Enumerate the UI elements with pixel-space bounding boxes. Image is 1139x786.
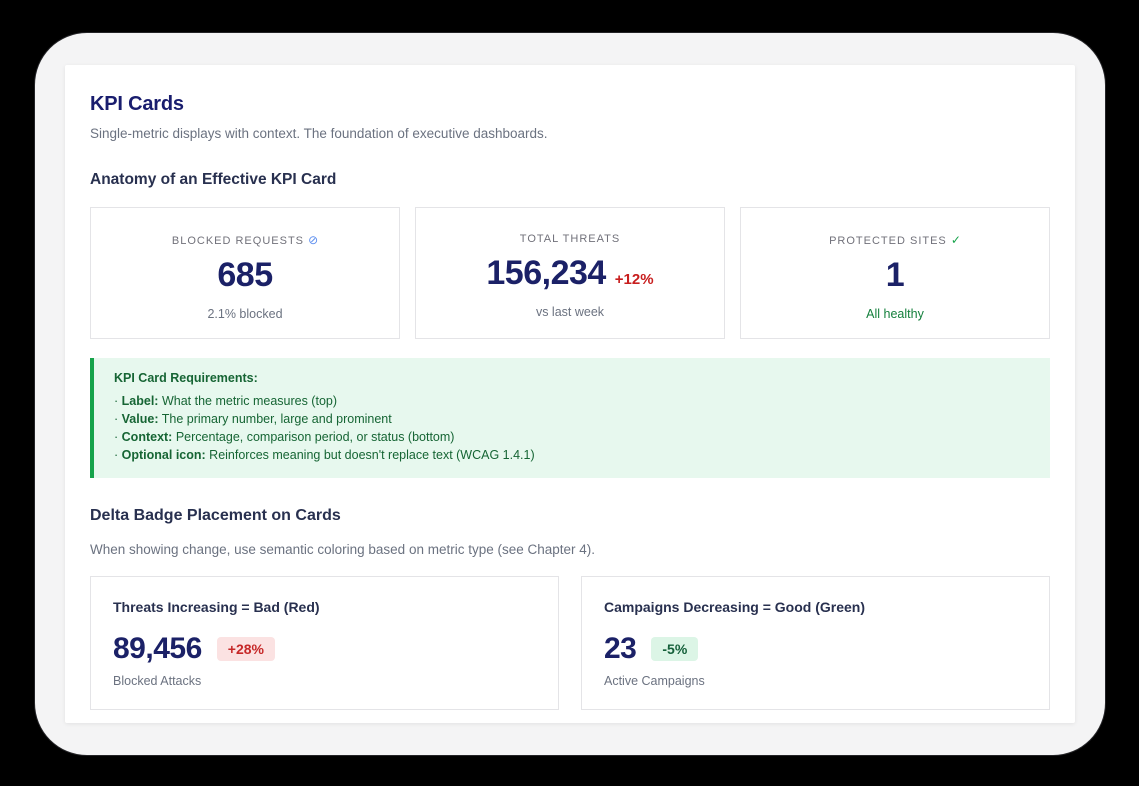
kpi-context: vs last week: [430, 305, 710, 319]
kpi-card-row: BLOCKED REQUESTS ⊘ 685 2.1% blocked TOTA…: [90, 207, 1050, 339]
requirement-desc: Reinforces meaning but doesn't replace t…: [209, 448, 534, 462]
delta-value-row: 23 -5%: [604, 634, 1027, 664]
kpi-label: PROTECTED SITES ✓: [755, 233, 1035, 247]
requirement-desc: The primary number, large and prominent: [162, 412, 392, 426]
requirement-item: · Value: The primary number, large and p…: [114, 410, 1030, 428]
bullet: ·: [114, 448, 118, 462]
requirements-callout: KPI Card Requirements: · Label: What the…: [90, 358, 1050, 478]
delta-metric-label: Active Campaigns: [604, 674, 1027, 688]
kpi-value: 685: [105, 258, 385, 294]
requirements-title: KPI Card Requirements:: [114, 371, 1030, 385]
content-panel: KPI Cards Single-metric displays with co…: [65, 65, 1075, 723]
kpi-delta-indicator: +12%: [615, 271, 654, 288]
page-subtitle: Single-metric displays with context. The…: [90, 126, 1050, 141]
bullet: ·: [114, 394, 118, 408]
kpi-context: All healthy: [755, 307, 1035, 321]
check-icon: ✓: [951, 233, 961, 247]
requirement-desc: Percentage, comparison period, or status…: [176, 430, 455, 444]
requirement-item: · Context: Percentage, comparison period…: [114, 428, 1030, 446]
delta-section-heading: Delta Badge Placement on Cards: [90, 507, 1050, 525]
kpi-label-text: TOTAL THREATS: [520, 233, 620, 245]
bullet: ·: [114, 430, 118, 444]
delta-badge-red: +28%: [217, 637, 275, 662]
delta-card-title: Campaigns Decreasing = Good (Green): [604, 599, 1027, 615]
bullet: ·: [114, 412, 118, 426]
delta-card-row: Threats Increasing = Bad (Red) 89,456 +2…: [90, 576, 1050, 710]
kpi-card-protected-sites: PROTECTED SITES ✓ 1 All healthy: [740, 207, 1050, 339]
kpi-label-text: BLOCKED REQUESTS: [172, 235, 304, 247]
requirement-term: Optional icon:: [122, 448, 206, 462]
page-background: { "page": { "title": "KPI Cards", "subti…: [0, 0, 1139, 786]
kpi-value-number: 156,234: [486, 254, 605, 292]
kpi-value: 1: [755, 258, 1035, 294]
delta-card-title: Threats Increasing = Bad (Red): [113, 599, 536, 615]
kpi-label: TOTAL THREATS: [430, 233, 710, 245]
kpi-context: 2.1% blocked: [105, 307, 385, 321]
kpi-label-text: PROTECTED SITES: [829, 235, 947, 247]
blocked-icon: ⊘: [308, 233, 318, 247]
delta-metric-label: Blocked Attacks: [113, 674, 536, 688]
delta-value-row: 89,456 +28%: [113, 634, 536, 664]
delta-card-threats: Threats Increasing = Bad (Red) 89,456 +2…: [90, 576, 559, 710]
delta-badge-green: -5%: [651, 637, 698, 662]
delta-value: 89,456: [113, 634, 202, 664]
requirement-term: Context:: [122, 430, 173, 444]
kpi-label: BLOCKED REQUESTS ⊘: [105, 233, 385, 247]
requirement-item: · Label: What the metric measures (top): [114, 392, 1030, 410]
delta-card-campaigns: Campaigns Decreasing = Good (Green) 23 -…: [581, 576, 1050, 710]
kpi-card-blocked-requests: BLOCKED REQUESTS ⊘ 685 2.1% blocked: [90, 207, 400, 339]
anatomy-heading: Anatomy of an Effective KPI Card: [90, 171, 1050, 189]
requirement-term: Label:: [122, 394, 159, 408]
device-frame: KPI Cards Single-metric displays with co…: [35, 33, 1105, 755]
delta-value: 23: [604, 634, 636, 664]
page-title: KPI Cards: [90, 93, 1050, 116]
requirement-term: Value:: [122, 412, 159, 426]
delta-section-description: When showing change, use semantic colori…: [90, 542, 1050, 557]
kpi-card-total-threats: TOTAL THREATS 156,234 +12% vs last week: [415, 207, 725, 339]
kpi-value: 156,234 +12%: [430, 256, 710, 292]
requirement-item: · Optional icon: Reinforces meaning but …: [114, 446, 1030, 464]
requirement-desc: What the metric measures (top): [162, 394, 337, 408]
